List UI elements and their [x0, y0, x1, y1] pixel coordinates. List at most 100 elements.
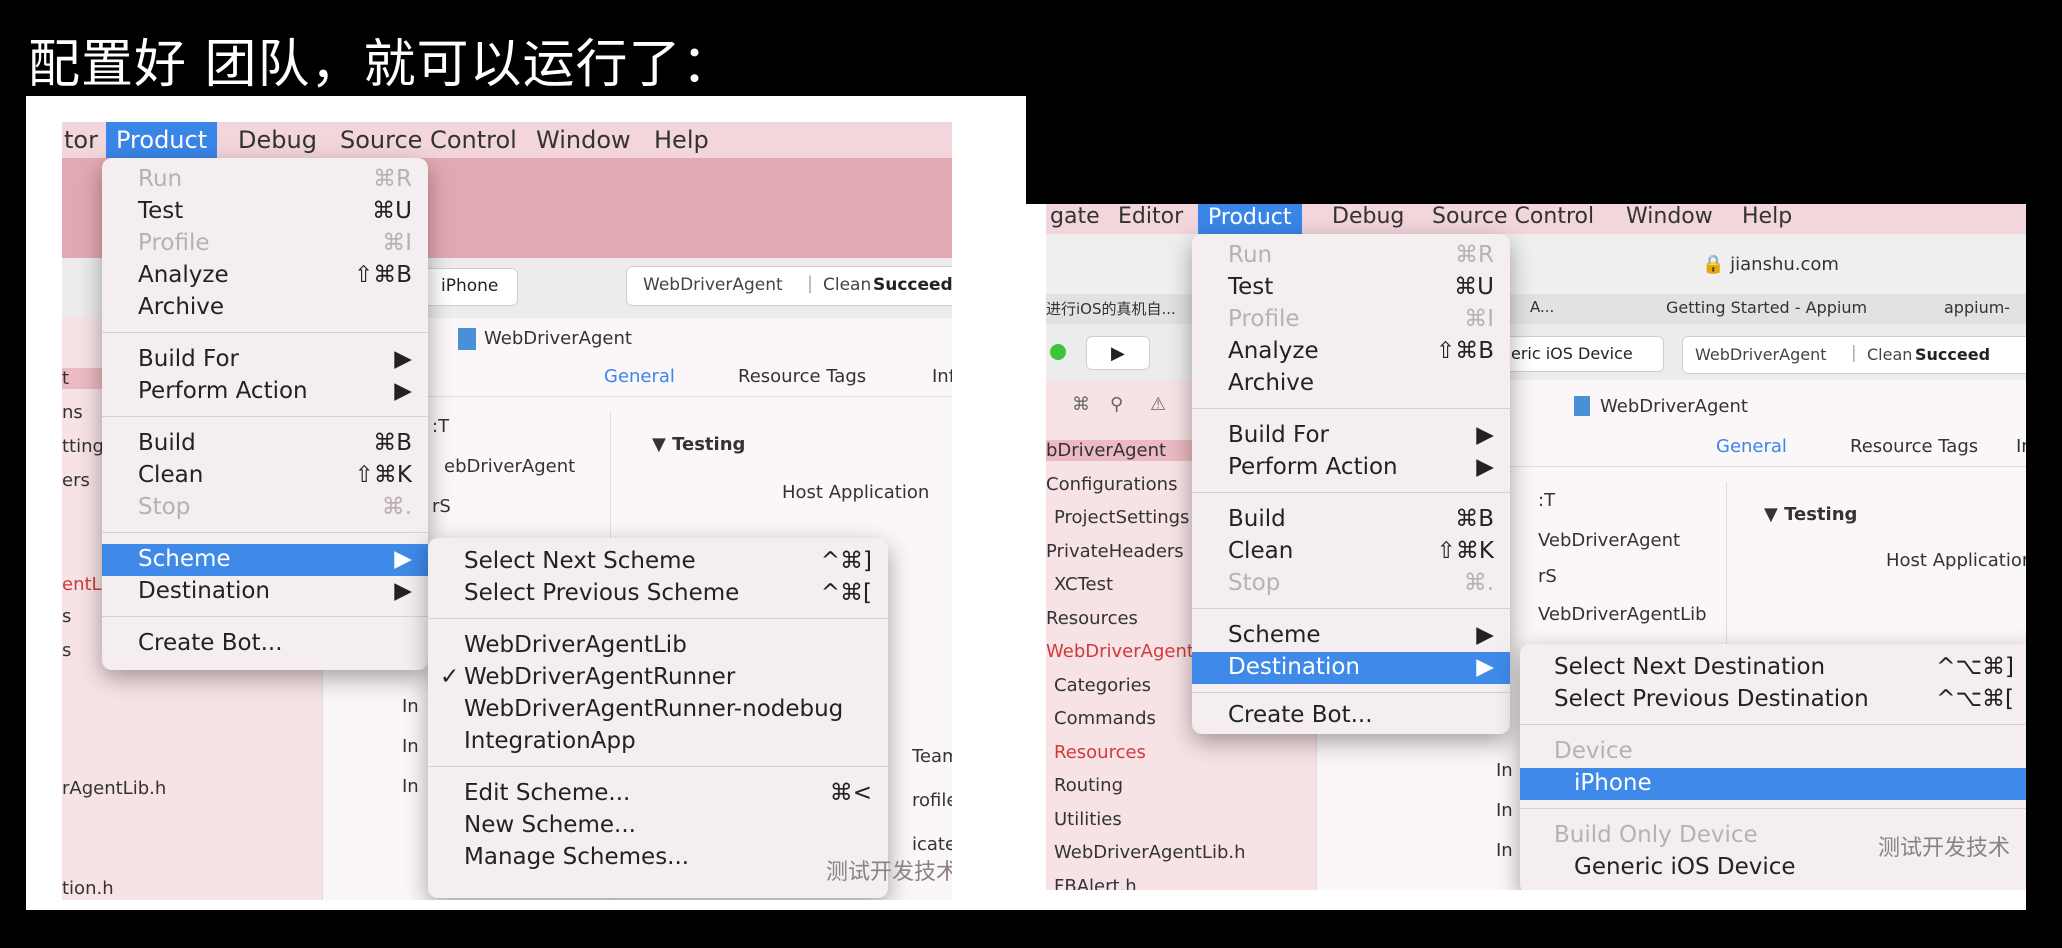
menu-item-scheme-integration[interactable]: IntegrationApp: [428, 726, 888, 758]
sidebar-row[interactable]: s: [62, 640, 71, 661]
sidebar-row[interactable]: Routing: [1046, 775, 1123, 796]
warning-icon[interactable]: ⚠: [1150, 394, 1166, 415]
device-selector[interactable]: eneric iOS Device: [1486, 336, 1664, 372]
section-testing: ▼ Testing: [1764, 504, 1858, 525]
browser-tab[interactable]: 进行iOS的真机自...: [1046, 298, 1176, 319]
sidebar-row[interactable]: rAgentLib.h: [62, 778, 166, 799]
host-application-label: Host Application: [1886, 550, 2026, 571]
menu-item-clean[interactable]: Clean ⇧⌘K: [102, 460, 428, 492]
menu-help[interactable]: Help: [654, 126, 709, 154]
browser-tab[interactable]: Getting Started - Appium: [1666, 298, 1867, 317]
sidebar-row[interactable]: Commands: [1046, 708, 1156, 729]
browser-tab[interactable]: A...: [1530, 298, 1554, 316]
sidebar-row[interactable]: s: [62, 606, 71, 627]
sidebar-row[interactable]: FBAlert.h: [1046, 876, 1137, 891]
menu-item-run[interactable]: Run ⌘R: [102, 164, 428, 196]
sidebar-row[interactable]: Categories: [1046, 675, 1151, 696]
submenu-arrow-icon: ▶: [1476, 454, 1494, 480]
menu-item-test[interactable]: Test ⌘U: [102, 196, 428, 228]
menu-item-run[interactable]: Run ⌘R: [1192, 240, 1510, 272]
menu-source-control[interactable]: Source Control: [340, 126, 517, 154]
menu-item-build[interactable]: Build ⌘B: [102, 428, 428, 460]
watermark: 测试开发技术: [1878, 836, 2011, 861]
target-row[interactable]: VebDriverAgentLib: [1538, 604, 1707, 625]
menu-item-clean[interactable]: Clean ⇧⌘K: [1192, 536, 1510, 568]
menu-item-scheme-lib[interactable]: WebDriverAgentLib: [428, 630, 888, 662]
menu-window[interactable]: Window: [1626, 204, 1713, 229]
menu-item-scheme[interactable]: Scheme ▶: [102, 544, 428, 576]
menu-product[interactable]: Product: [1198, 204, 1302, 234]
menu-item-select-previous-destination[interactable]: Select Previous Destination ^⌥⌘[: [1520, 684, 2026, 716]
sidebar-row[interactable]: Utilities: [1046, 809, 1122, 830]
menu-help[interactable]: Help: [1742, 204, 1792, 229]
menu-item-new-scheme[interactable]: New Scheme...: [428, 810, 888, 842]
menu-item-perform-action[interactable]: Perform Action ▶: [1192, 452, 1510, 484]
menu-item-perform-action[interactable]: Perform Action ▶: [102, 376, 428, 408]
hierarchy-icon[interactable]: ⌘: [1072, 394, 1090, 415]
menu-editor[interactable]: tor: [64, 126, 98, 154]
target-row[interactable]: VebDriverAgent: [1538, 530, 1680, 551]
menu-item-build-for[interactable]: Build For ▶: [1192, 420, 1510, 452]
submenu-arrow-icon: ▶: [1476, 654, 1494, 680]
menu-item-profile[interactable]: Profile ⌘I: [102, 228, 428, 260]
menu-item-analyze[interactable]: Analyze ⇧⌘B: [102, 260, 428, 292]
sidebar-row[interactable]: Resources: [1046, 742, 1146, 763]
sidebar-row[interactable]: ns: [62, 402, 83, 423]
menu-item-scheme-nodebug[interactable]: WebDriverAgentRunner-nodebug: [428, 694, 888, 726]
search-icon[interactable]: ⚲: [1110, 394, 1123, 415]
tab-general[interactable]: General: [604, 366, 675, 387]
sidebar-row[interactable]: WebDriverAgentL: [1046, 641, 1204, 662]
menu-item-test[interactable]: Test ⌘U: [1192, 272, 1510, 304]
menu-item-build[interactable]: Build ⌘B: [1192, 504, 1510, 536]
tab-resource-tags[interactable]: Resource Tags: [738, 366, 866, 387]
menu-item-archive[interactable]: Archive: [1192, 368, 1510, 400]
sidebar-row[interactable]: XCTest: [1046, 574, 1113, 595]
menu-item-destination[interactable]: Destination ▶: [1192, 652, 1510, 684]
sidebar-row[interactable]: PrivateHeaders: [1046, 541, 1184, 562]
left-xcode-window: tor Product Debug Source Control Window …: [62, 122, 952, 900]
sidebar-row[interactable]: tion.h: [62, 878, 114, 899]
tab-info[interactable]: Inf: [932, 366, 952, 387]
menu-item-scheme-runner[interactable]: ✓ WebDriverAgentRunner: [428, 662, 888, 694]
menu-item-select-next-scheme[interactable]: Select Next Scheme ^⌘]: [428, 546, 888, 578]
menu-item-device-iphone[interactable]: iPhone: [1520, 768, 2026, 800]
menu-item-profile[interactable]: Profile ⌘I: [1192, 304, 1510, 336]
tab-general[interactable]: General: [1716, 436, 1787, 457]
menu-item-scheme[interactable]: Scheme ▶: [1192, 620, 1510, 652]
breadcrumb[interactable]: WebDriverAgent: [484, 328, 632, 349]
menu-item-archive[interactable]: Archive: [102, 292, 428, 324]
menu-item-edit-scheme[interactable]: Edit Scheme... ⌘<: [428, 778, 888, 810]
menu-item-analyze[interactable]: Analyze ⇧⌘B: [1192, 336, 1510, 368]
menu-item-stop[interactable]: Stop ⌘.: [102, 492, 428, 524]
menu-product[interactable]: Product: [106, 122, 218, 158]
tab-info[interactable]: In: [2016, 436, 2026, 457]
menu-item-manage-schemes[interactable]: Manage Schemes...: [428, 842, 888, 874]
menu-editor[interactable]: Editor: [1118, 204, 1183, 229]
menu-item-create-bot[interactable]: Create Bot...: [102, 628, 428, 660]
sidebar-row[interactable]: Configurations: [1046, 474, 1177, 495]
menu-item-stop[interactable]: Stop ⌘.: [1192, 568, 1510, 600]
menu-item-create-bot[interactable]: Create Bot...: [1192, 700, 1510, 732]
menu-item-select-next-destination[interactable]: Select Next Destination ^⌥⌘]: [1520, 652, 2026, 684]
device-selector[interactable]: iPhone: [422, 268, 518, 306]
menu-item-destination[interactable]: Destination ▶: [102, 576, 428, 608]
tab-resource-tags[interactable]: Resource Tags: [1850, 436, 1978, 457]
sidebar-row[interactable]: WebDriverAgentLib.h: [1046, 842, 1246, 863]
sidebar-row[interactable]: Resources: [1046, 608, 1138, 629]
menu-debug[interactable]: Debug: [238, 126, 317, 154]
menu-window[interactable]: Window: [536, 126, 631, 154]
menu-debug[interactable]: Debug: [1332, 204, 1404, 229]
menu-source-control[interactable]: Source Control: [1432, 204, 1594, 229]
menu-item-select-previous-scheme[interactable]: Select Previous Scheme ^⌘[: [428, 578, 888, 610]
sidebar-row[interactable]: ers: [62, 470, 90, 491]
address-bar[interactable]: 🔒 jianshu.com: [1702, 254, 1839, 275]
menu-item-build-for[interactable]: Build For ▶: [102, 344, 428, 376]
menu-navigate[interactable]: gate: [1050, 204, 1100, 229]
sidebar-row[interactable]: ProjectSettings: [1046, 507, 1189, 528]
target-row[interactable]: ebDriverAgent: [444, 456, 575, 477]
run-button[interactable]: ▶: [1086, 336, 1150, 370]
sidebar-row[interactable]: entL: [62, 574, 102, 595]
browser-tab[interactable]: appium-: [1944, 298, 2010, 317]
breadcrumb[interactable]: WebDriverAgent: [1600, 396, 1748, 417]
sidebar-row[interactable]: t: [62, 368, 102, 389]
